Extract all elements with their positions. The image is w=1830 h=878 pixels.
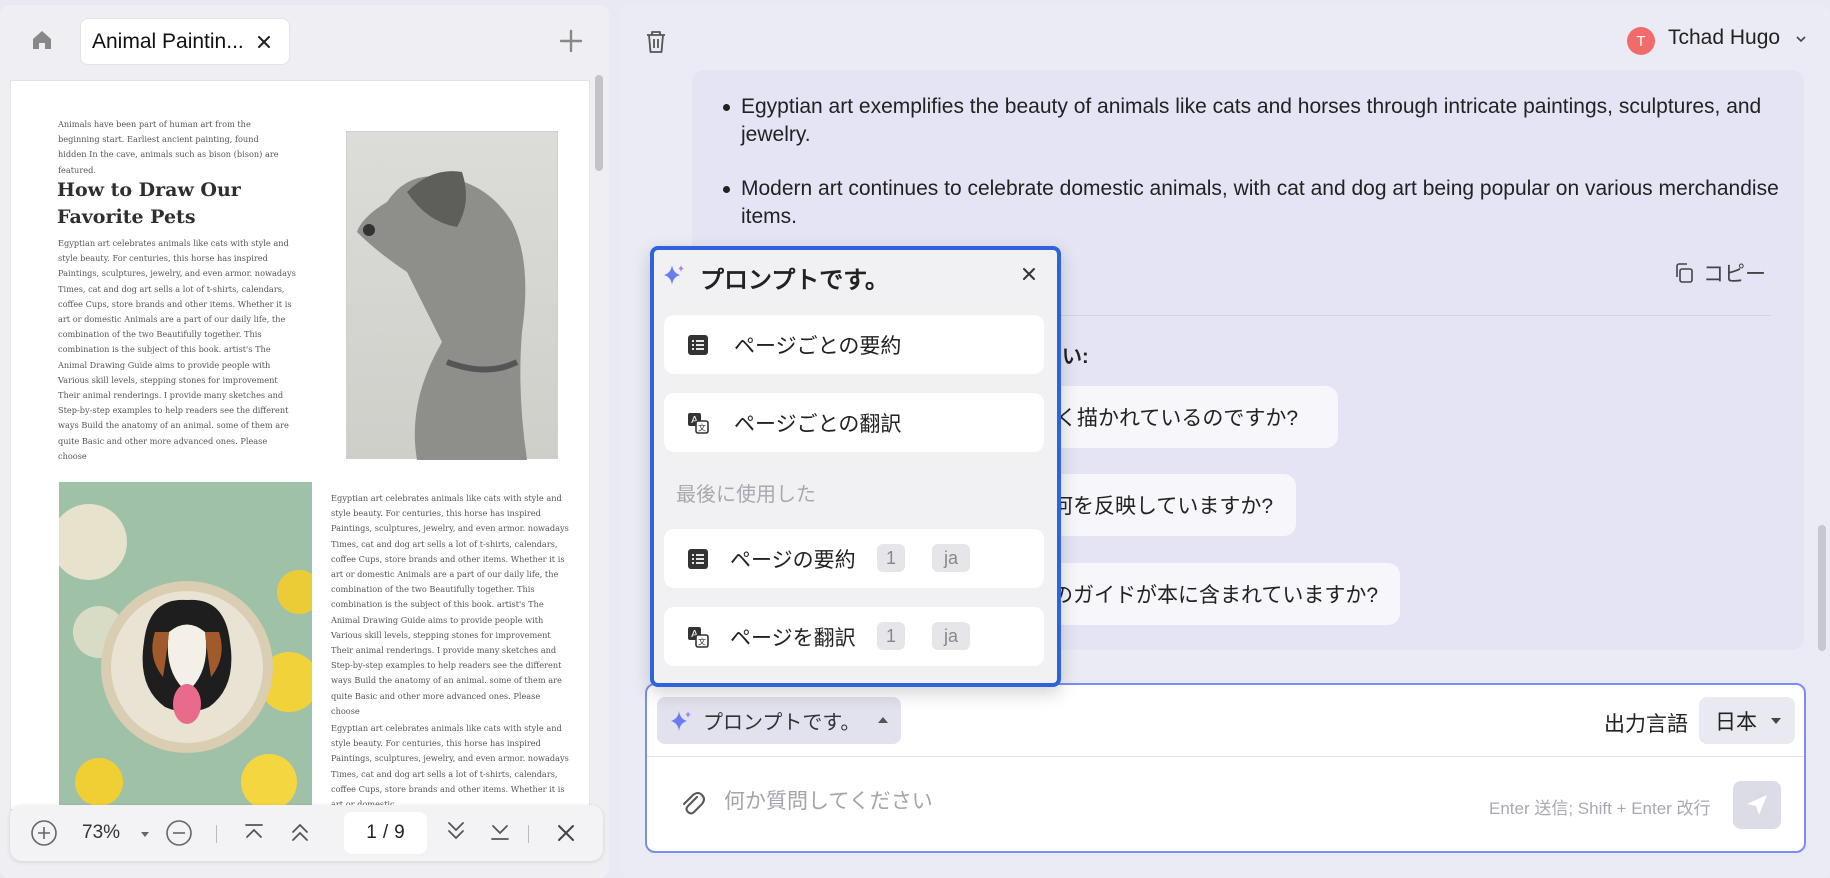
page-indicator[interactable]: 1 / 9: [344, 812, 427, 854]
page-total: 9: [394, 822, 405, 843]
chevron-down-icon[interactable]: [1794, 32, 1808, 46]
body-paragraph-3: Egyptian art celebrates animals like cat…: [331, 723, 569, 809]
document-scrollbar[interactable]: [595, 75, 603, 171]
copy-label: コピー: [1703, 263, 1766, 286]
document-tab-title: Animal Paintin...: [92, 29, 244, 53]
divider: [647, 756, 1804, 757]
prompt-item-label: ページごとの要約: [734, 334, 902, 358]
recent-prompt-translate[interactable]: A文 ページを翻訳 1 ja: [664, 607, 1044, 666]
last-page-icon[interactable]: [488, 819, 512, 843]
intro-paragraph: Animals have been part of human art from…: [58, 119, 279, 175]
copy-icon: [1676, 263, 1693, 283]
suggested-question-text: のガイドが本に含まれていますか?: [1052, 584, 1379, 607]
zoom-dropdown-icon[interactable]: [141, 832, 149, 837]
previous-page-icon[interactable]: [288, 821, 312, 845]
answer-bullet: Modern art continues to celebrate domest…: [723, 175, 1803, 231]
first-page-icon[interactable]: [242, 821, 266, 845]
svg-text:文: 文: [698, 637, 706, 647]
document-heading: How to Draw Our Favorite Pets: [57, 179, 241, 228]
list-icon: [686, 547, 710, 571]
add-tab-icon[interactable]: [556, 26, 586, 56]
pdf-toolbar: 73% 1 / 9: [10, 805, 603, 861]
popup-title: プロンプトです。: [700, 267, 889, 294]
prompt-item-label: ページの要約: [730, 548, 856, 572]
prompt-menu-label: プロンプトです。: [703, 712, 861, 734]
next-page-icon[interactable]: [444, 819, 468, 843]
divider: [528, 825, 529, 843]
prompt-item-label: ページを翻訳: [730, 626, 856, 650]
body-paragraph: Egyptian art celebrates animals like cat…: [58, 238, 296, 461]
copy-button[interactable]: コピー: [1673, 258, 1766, 288]
question-input[interactable]: [724, 785, 1284, 819]
output-language-label: 出力言語: [1604, 713, 1688, 736]
page-badge: 1: [877, 622, 905, 650]
suggested-question-text: く描かれているのですか?: [1056, 407, 1299, 430]
home-icon[interactable]: [24, 22, 60, 58]
chat-scrollbar[interactable]: [1818, 525, 1826, 651]
page-badge: 1: [877, 544, 905, 572]
language-badge: ja: [932, 544, 970, 572]
output-language-value: 日本: [1715, 710, 1757, 734]
page-current: 1: [366, 822, 377, 843]
zoom-out-icon[interactable]: [165, 819, 193, 847]
document-tab[interactable]: Animal Paintin...: [80, 18, 290, 65]
divider: [216, 825, 217, 843]
send-icon: [1747, 795, 1767, 815]
translate-icon: A文: [686, 625, 710, 649]
language-badge: ja: [932, 622, 970, 650]
chevron-down-icon: [1771, 718, 1781, 724]
document-page[interactable]: Animals have been part of human art from…: [10, 80, 590, 810]
suggested-question-text: 何を反映していますか?: [1052, 495, 1274, 518]
close-icon[interactable]: [1020, 265, 1038, 283]
svg-text:文: 文: [698, 423, 706, 433]
output-language-select[interactable]: 日本: [1699, 697, 1795, 744]
zoom-level[interactable]: 73%: [82, 822, 120, 844]
avatar[interactable]: T: [1627, 27, 1655, 55]
dog-sketch-image: [346, 131, 558, 460]
close-tab-icon[interactable]: [254, 32, 274, 52]
embroidered-dog-image: [59, 482, 312, 809]
keyboard-hint: Enter 送信; Shift + Enter 改行: [1489, 799, 1711, 818]
caret-up-icon: [878, 717, 888, 723]
list-icon: [686, 333, 710, 357]
sparkle-icon: [671, 710, 691, 731]
answer-bullet: Egyptian art exemplifies the beauty of a…: [723, 93, 1803, 149]
prompt-item-translate-by-page[interactable]: A文 ページごとの翻訳: [664, 393, 1044, 452]
prompt-menu-button[interactable]: プロンプトです。: [657, 697, 901, 744]
zoom-in-icon[interactable]: [30, 819, 58, 847]
user-name[interactable]: Tchad Hugo: [1668, 26, 1780, 50]
sparkle-icon: [662, 263, 686, 287]
recent-prompt-summarize[interactable]: ページの要約 1 ja: [664, 529, 1044, 588]
suggested-questions-label: い:: [1062, 346, 1089, 368]
prompt-item-label: ページごとの翻訳: [734, 412, 902, 436]
paperclip-icon[interactable]: [677, 788, 707, 818]
trash-icon[interactable]: [641, 27, 671, 57]
prompt-item-summarize-by-page[interactable]: ページごとの要約: [664, 315, 1044, 374]
send-button[interactable]: [1733, 781, 1781, 829]
close-toolbar-icon[interactable]: [554, 821, 578, 845]
translate-icon: A文: [686, 411, 710, 435]
recently-used-label: 最後に使用した: [676, 484, 816, 506]
body-paragraph-2: Egyptian art celebrates animals like cat…: [331, 493, 569, 716]
page-separator: /: [382, 822, 389, 843]
